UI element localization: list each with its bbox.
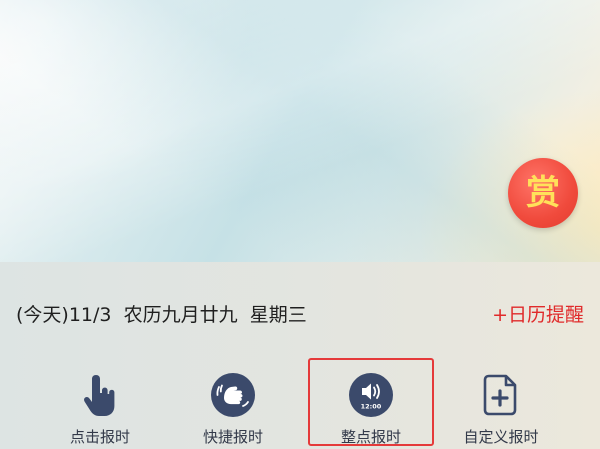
- hero-background: [0, 0, 600, 262]
- weekday: 星期三: [249, 303, 307, 326]
- quick-announce-button[interactable]: 快捷报时: [170, 360, 296, 449]
- reward-label: 赏: [526, 173, 560, 213]
- tap-announce-label: 点击报时: [69, 428, 130, 446]
- reward-button[interactable]: 赏: [508, 158, 578, 228]
- clock-text: 12:00: [361, 403, 382, 411]
- quick-announce-label: 快捷报时: [202, 428, 263, 446]
- custom-announce-button[interactable]: 自定义报时: [438, 360, 564, 449]
- date-line: (今天)11/3 农历九月廿九 星期三: [16, 298, 307, 328]
- hourly-announce-label: 整点报时: [340, 428, 401, 446]
- quick-announce-icon: [211, 373, 255, 417]
- calendar-reminder-link[interactable]: +日历提醒: [492, 298, 584, 328]
- today-date: (今天)11/3: [16, 303, 112, 326]
- tap-announce-button[interactable]: 点击报时: [37, 360, 163, 449]
- lunar-date: 农历九月廿九: [123, 303, 238, 326]
- custom-announce-label: 自定义报时: [463, 428, 539, 446]
- hourly-announce-button[interactable]: 12:00 整点报时: [308, 360, 434, 449]
- calendar-reminder-label: +日历提醒: [492, 303, 584, 326]
- document-add-icon: [483, 374, 517, 416]
- action-bar: 点击报时 快捷报时 12:00 整点报时 自定义报时: [0, 360, 600, 449]
- speaker-clock-icon: 12:00: [349, 373, 393, 417]
- tap-hand-icon: [84, 375, 115, 416]
